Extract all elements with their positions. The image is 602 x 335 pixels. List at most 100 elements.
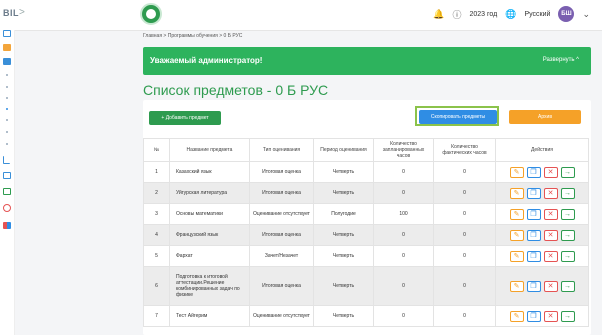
banner-expand-link[interactable]: Развернуть ^ bbox=[543, 57, 579, 63]
chart-icon[interactable] bbox=[3, 156, 10, 164]
sidebar-toggle-icon[interactable]: > bbox=[19, 7, 25, 18]
question-icon[interactable] bbox=[3, 204, 11, 212]
planned-hours: 0 bbox=[373, 182, 434, 204]
assessment-period: Четверть bbox=[313, 266, 374, 306]
actual-hours: 0 bbox=[433, 161, 496, 183]
year-selector[interactable]: 2023 год bbox=[470, 11, 498, 18]
bell-icon[interactable]: 🔔 bbox=[433, 9, 444, 20]
copy-button[interactable]: ❐ bbox=[526, 280, 541, 292]
admin-banner: Уважаемый администратор! Развернуть ^ bbox=[143, 47, 591, 75]
open-button[interactable]: → bbox=[560, 208, 575, 220]
delete-button[interactable]: ✕ bbox=[543, 229, 558, 241]
open-button[interactable]: → bbox=[560, 187, 575, 199]
chevron-down-icon[interactable]: ⌄ bbox=[582, 9, 590, 20]
edit-button[interactable]: ✎ bbox=[509, 250, 524, 262]
mail-icon[interactable] bbox=[3, 188, 11, 195]
copy-subjects-button[interactable]: Скопировать предметы bbox=[419, 110, 497, 124]
subject-name: Подготовка к итоговой аттестации.Решение… bbox=[169, 266, 250, 306]
row-actions: ✎ ❐ ✕ → bbox=[495, 161, 589, 183]
assessment-type: Итоговая оценка bbox=[249, 161, 314, 183]
monitor-icon[interactable] bbox=[3, 30, 11, 37]
delete-button[interactable]: ✕ bbox=[543, 187, 558, 199]
open-button[interactable]: → bbox=[560, 229, 575, 241]
menu-dot[interactable] bbox=[6, 131, 8, 133]
open-button[interactable]: → bbox=[560, 166, 575, 178]
column-header: Количество запланированных часов bbox=[373, 138, 434, 162]
menu-dot[interactable] bbox=[6, 74, 8, 76]
table-row: 6 Подготовка к итоговой аттестации.Решени… bbox=[143, 266, 589, 306]
row-number: 6 bbox=[143, 266, 170, 306]
folder-icon[interactable] bbox=[3, 44, 11, 51]
delete-button[interactable]: ✕ bbox=[543, 280, 558, 292]
delete-button[interactable]: ✕ bbox=[543, 250, 558, 262]
breadcrumb-home[interactable]: Главная bbox=[143, 33, 162, 39]
graduation-icon[interactable] bbox=[3, 58, 11, 65]
assessment-type: Итоговая оценка bbox=[249, 224, 314, 246]
breadcrumb-current: 0 Б РУС bbox=[223, 33, 243, 39]
table-row: 5 Фархат Зачет/Незачет Четверть 0 0 ✎ ❐ ✕ → bbox=[143, 245, 589, 267]
breadcrumb: Главная > Программы обучения > 0 Б РУС bbox=[143, 33, 242, 39]
assessment-type: Итоговая оценка bbox=[249, 182, 314, 204]
planned-hours: 100 bbox=[373, 203, 434, 225]
open-button[interactable]: → bbox=[560, 310, 575, 322]
brand-logo[interactable]: BIL bbox=[3, 8, 19, 18]
menu-dot-active[interactable] bbox=[6, 108, 8, 110]
open-button[interactable]: → bbox=[560, 280, 575, 292]
copy-button[interactable]: ❐ bbox=[526, 187, 541, 199]
actual-hours: 0 bbox=[433, 266, 496, 306]
column-header: Действия bbox=[495, 138, 589, 162]
subject-name: Основы математики bbox=[169, 203, 250, 225]
school-logo[interactable] bbox=[140, 3, 162, 25]
apps-icon[interactable] bbox=[3, 222, 11, 229]
column-header: Тип оценивания bbox=[249, 138, 314, 162]
menu-dot[interactable] bbox=[6, 97, 8, 99]
breadcrumb-programs[interactable]: Программы обучения bbox=[168, 33, 218, 39]
delete-button[interactable]: ✕ bbox=[543, 310, 558, 322]
copy-button[interactable]: ❐ bbox=[526, 166, 541, 178]
assessment-period: Четверть bbox=[313, 182, 374, 204]
archive-button[interactable]: Архив bbox=[509, 110, 581, 124]
header-actions: 🔔 ⓘ 2023 год 🌐 Русский БШ ⌄ bbox=[433, 6, 590, 22]
menu-dot[interactable] bbox=[6, 86, 8, 88]
table-row: 1 Казахский язык Итоговая оценка Четверть 0 0… bbox=[143, 161, 589, 183]
assessment-period: Четверть bbox=[313, 224, 374, 246]
row-actions: ✎ ❐ ✕ → bbox=[495, 266, 589, 306]
edit-button[interactable]: ✎ bbox=[509, 187, 524, 199]
menu-dot[interactable] bbox=[6, 143, 8, 145]
breadcrumb-separator: > bbox=[163, 33, 167, 39]
copy-button[interactable]: ❐ bbox=[526, 250, 541, 262]
copy-button[interactable]: ❐ bbox=[526, 208, 541, 220]
edit-button[interactable]: ✎ bbox=[509, 208, 524, 220]
actual-hours: 0 bbox=[433, 182, 496, 204]
edit-button[interactable]: ✎ bbox=[509, 280, 524, 292]
row-actions: ✎ ❐ ✕ → bbox=[495, 224, 589, 246]
page-title: Список предметов - 0 Б РУС bbox=[143, 82, 329, 98]
row-number: 2 bbox=[143, 182, 170, 204]
row-number: 7 bbox=[143, 305, 170, 327]
planned-hours: 0 bbox=[373, 266, 434, 306]
delete-button[interactable]: ✕ bbox=[543, 208, 558, 220]
banner-title: Уважаемый администратор! bbox=[150, 56, 263, 65]
delete-button[interactable]: ✕ bbox=[543, 166, 558, 178]
copy-button[interactable]: ❐ bbox=[526, 229, 541, 241]
add-subject-button[interactable]: + Добавить предмет bbox=[149, 111, 221, 125]
open-button[interactable]: → bbox=[560, 250, 575, 262]
table-icon[interactable] bbox=[3, 172, 11, 179]
language-selector[interactable]: Русский bbox=[524, 11, 550, 18]
menu-dot[interactable] bbox=[6, 119, 8, 121]
sidebar bbox=[0, 30, 15, 335]
planned-hours: 0 bbox=[373, 161, 434, 183]
actual-hours: 0 bbox=[433, 305, 496, 327]
help-icon[interactable]: ⓘ bbox=[452, 8, 461, 21]
edit-button[interactable]: ✎ bbox=[509, 310, 524, 322]
edit-button[interactable]: ✎ bbox=[509, 229, 524, 241]
table-row: 2 Уйгурская литература Итоговая оценка Четв… bbox=[143, 182, 589, 204]
assessment-type: Итоговая оценка bbox=[249, 266, 314, 306]
edit-button[interactable]: ✎ bbox=[509, 166, 524, 178]
row-actions: ✎ ❐ ✕ → bbox=[495, 245, 589, 267]
assessment-period: Полугодие bbox=[313, 203, 374, 225]
actual-hours: 0 bbox=[433, 245, 496, 267]
avatar[interactable]: БШ bbox=[558, 6, 575, 22]
row-number: 3 bbox=[143, 203, 170, 225]
copy-button[interactable]: ❐ bbox=[526, 310, 541, 322]
